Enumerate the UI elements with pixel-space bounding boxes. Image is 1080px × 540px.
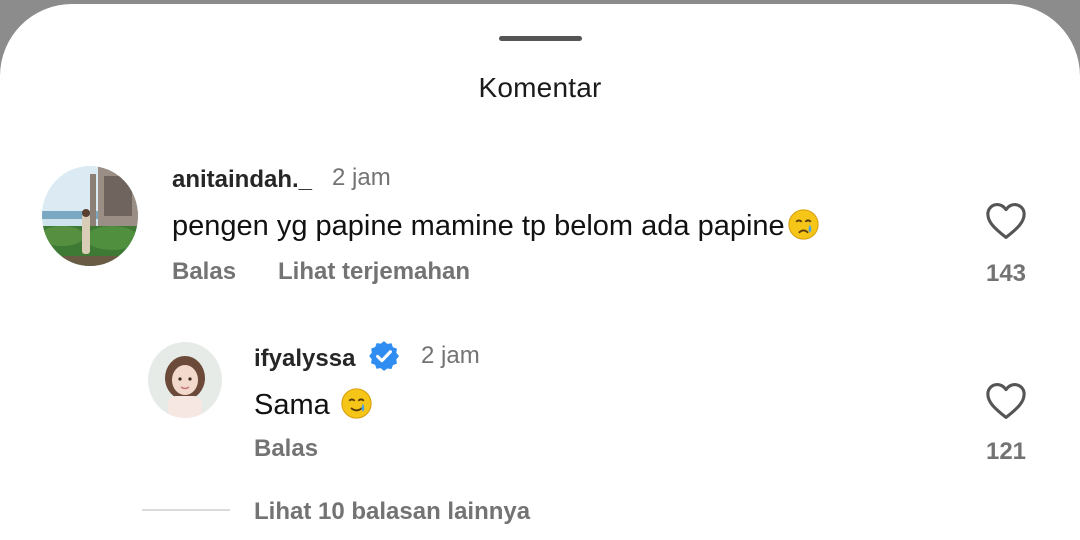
reply-text: Sama [254, 389, 330, 421]
heart-icon[interactable] [985, 382, 1027, 420]
reply-button[interactable]: Balas [254, 435, 318, 463]
crying-face-icon [788, 209, 819, 240]
like-count: 121 [985, 438, 1027, 465]
translate-link[interactable]: Lihat terjemahan [278, 258, 470, 286]
sheet-title: Komentar [478, 72, 602, 103]
drag-handle[interactable] [499, 36, 582, 41]
view-more-replies-button[interactable]: Lihat 10 balasan lainnya [254, 498, 530, 526]
comment-text: pengen yg papine mamine tp belom ada pap… [172, 210, 785, 242]
verified-badge-icon [369, 341, 400, 371]
replies-divider [142, 509, 230, 511]
comment-time: 2 jam [332, 164, 391, 191]
reply-time: 2 jam [421, 342, 480, 369]
avatar[interactable] [42, 166, 138, 266]
reply-text-row: Sama [254, 387, 373, 422]
like-count: 143 [985, 260, 1027, 287]
comment-text-row: pengen yg papine mamine tp belom ada pap… [172, 208, 820, 243]
avatar[interactable] [148, 342, 222, 418]
heart-icon[interactable] [985, 202, 1027, 240]
reply-button[interactable]: Balas [172, 258, 236, 286]
reply-username[interactable]: ifyalyssa [254, 345, 355, 373]
comment-username[interactable]: anitaindah._ [172, 166, 312, 194]
comments-sheet: Komentar anitaindah._ 2 jam pengen yg pa… [0, 4, 1080, 540]
smiling-face-with-tear-icon [341, 388, 372, 419]
